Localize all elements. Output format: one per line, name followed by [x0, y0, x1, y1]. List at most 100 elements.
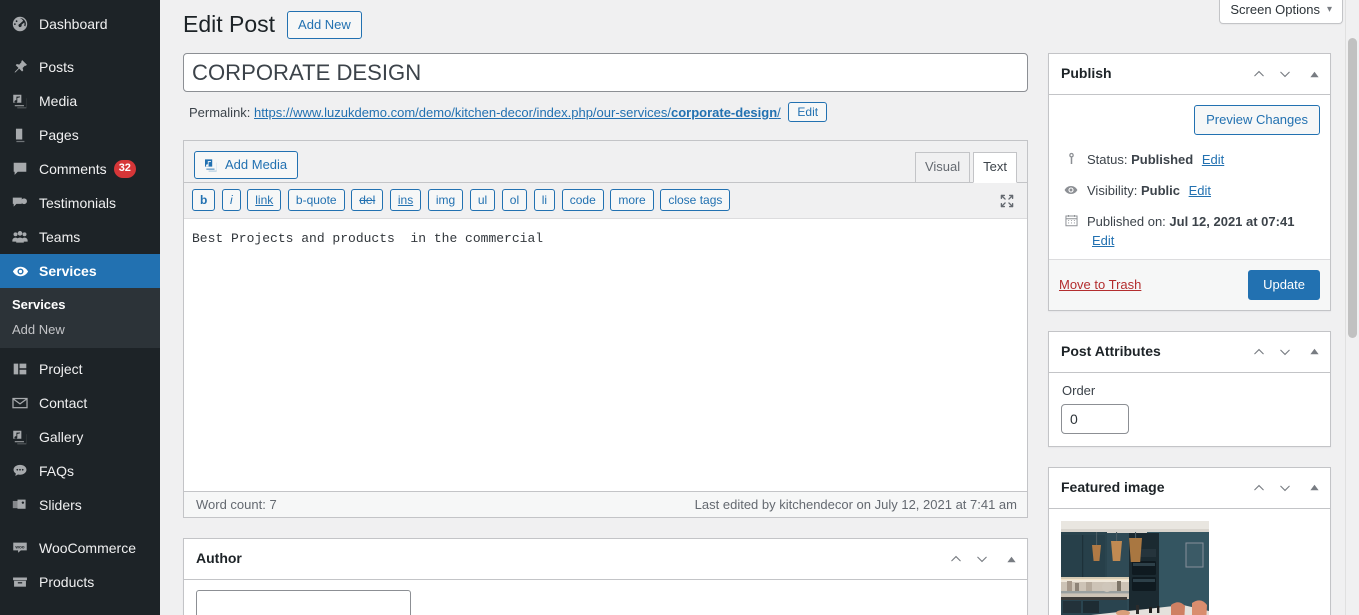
sidebar-item-label: Teams [39, 229, 81, 245]
sidebar-item-woocommerce[interactable]: woo WooCommerce [0, 531, 160, 565]
quicktag-b[interactable]: b [192, 189, 216, 211]
pages-icon [10, 125, 30, 145]
sidebar-item-pages[interactable]: Pages [0, 118, 160, 152]
submenu-item-services[interactable]: Services [0, 292, 160, 317]
quicktag-img[interactable]: img [427, 189, 464, 211]
move-down-icon[interactable] [1272, 55, 1298, 93]
edit-permalink-button[interactable]: Edit [788, 102, 828, 122]
add-media-button[interactable]: Add Media [194, 151, 299, 179]
move-down-icon[interactable] [969, 540, 995, 578]
content-textarea[interactable] [184, 219, 1027, 491]
sidebar-item-label: FAQs [39, 463, 75, 479]
add-new-button[interactable]: Add New [287, 10, 362, 39]
quicktag-close-tags[interactable]: close tags [660, 189, 731, 211]
sidebar-item-services[interactable]: Services [0, 254, 160, 288]
tab-text[interactable]: Text [973, 151, 1017, 183]
permalink-link[interactable]: https://www.luzukdemo.com/demo/kitchen-d… [254, 105, 781, 120]
screen-options-label: Screen Options [1230, 2, 1320, 17]
tab-visual[interactable]: Visual [914, 151, 971, 183]
toggle-panel-icon[interactable] [1298, 469, 1330, 507]
author-select[interactable] [196, 590, 411, 615]
toggle-panel-icon[interactable] [995, 540, 1027, 578]
scrollbar-thumb[interactable] [1348, 38, 1357, 338]
permalink-row: Permalink: https://www.luzukdemo.com/dem… [183, 100, 1028, 125]
preview-changes-button[interactable]: Preview Changes [1194, 105, 1320, 135]
services-icon [10, 261, 30, 281]
move-to-trash-link[interactable]: Move to Trash [1059, 277, 1141, 292]
move-up-icon[interactable] [1246, 55, 1272, 93]
menu-order-input[interactable] [1061, 403, 1129, 434]
panel-controls [943, 540, 1027, 578]
sidebar-item-project[interactable]: Project [0, 352, 160, 386]
quicktag-more[interactable]: more [610, 189, 654, 211]
sidebar-item-label: Testimonials [39, 195, 117, 211]
eye-icon [1061, 182, 1081, 198]
sidebar-item-contact[interactable]: Contact [0, 386, 160, 420]
move-down-icon[interactable] [1272, 469, 1298, 507]
quicktag-li[interactable]: li [533, 189, 556, 211]
featured-image-header: Featured image [1049, 468, 1330, 509]
screen-options-button[interactable]: Screen Options ▾ [1219, 0, 1343, 24]
quicktag-ol[interactable]: ol [501, 189, 528, 211]
order-label: Order [1062, 382, 1096, 398]
post-status-text: Status: Published Edit [1087, 151, 1224, 169]
sidebar-item-testimonials[interactable]: Testimonials [0, 186, 160, 220]
svg-text:woo: woo [14, 545, 24, 550]
quicktag-b-quote[interactable]: b-quote [287, 189, 345, 211]
quicktag-del[interactable]: del [351, 189, 384, 211]
quicktag-code[interactable]: code [561, 189, 604, 211]
fullscreen-icon[interactable] [999, 193, 1015, 212]
wp-admin-screen: Dashboard Posts Media Pages Comments 32 … [0, 0, 1359, 615]
move-up-icon[interactable] [943, 540, 969, 578]
update-button[interactable]: Update [1248, 269, 1320, 300]
permalink-prefix: https://www.luzukdemo.com/demo/kitchen-d… [254, 105, 671, 120]
quicktag-link[interactable]: link [247, 189, 282, 211]
quicktag-ul[interactable]: ul [469, 189, 496, 211]
featured-image-thumbnail[interactable] [1061, 520, 1209, 615]
author-panel-body [184, 580, 1027, 615]
sidebar-item-faqs[interactable]: FAQs [0, 454, 160, 488]
sidebar-item-gallery[interactable]: Gallery [0, 420, 160, 454]
edit-published-link[interactable]: Edit [1092, 233, 1114, 248]
move-up-icon[interactable] [1246, 469, 1272, 507]
toggle-panel-icon[interactable] [1298, 55, 1330, 93]
screen-meta-links: Screen Options ▾ [1219, 0, 1343, 24]
quicktag-ins[interactable]: ins [389, 189, 422, 211]
edit-status-link[interactable]: Edit [1202, 152, 1224, 167]
media-icon [10, 91, 30, 111]
sidebar-item-teams[interactable]: Teams [0, 220, 160, 254]
sidebar-item-posts[interactable]: Posts [0, 50, 160, 84]
sidebar-item-sliders[interactable]: Sliders [0, 488, 160, 522]
status-prefix: Status: [1087, 151, 1128, 167]
minor-publishing: Preview Changes Status: Published Edit V… [1049, 95, 1330, 260]
post-editor: Add Media Visual Text b i link b-quote d… [183, 140, 1028, 518]
sidebar-separator [0, 522, 160, 531]
post-attributes-panel: Post Attributes Order [1048, 330, 1331, 447]
sidebar-item-media[interactable]: Media [0, 84, 160, 118]
pin-icon [10, 57, 30, 77]
sidebar-item-products[interactable]: Products [0, 565, 160, 599]
move-down-icon[interactable] [1272, 333, 1298, 371]
wp-body: Screen Options ▾ Edit Post Add New Perma… [160, 0, 1359, 615]
calendar-icon [1061, 213, 1081, 228]
faqs-icon [10, 461, 30, 481]
visibility-prefix: Visibility: [1087, 183, 1138, 199]
post-attributes-body: Order [1049, 373, 1330, 446]
move-up-icon[interactable] [1246, 333, 1272, 371]
page-scrollbar[interactable] [1345, 0, 1359, 615]
sidebar-item-comments[interactable]: Comments 32 [0, 152, 160, 186]
teams-icon [10, 227, 30, 247]
toggle-panel-icon[interactable] [1298, 333, 1330, 371]
post-published-row: Published on: Jul 12, 2021 at 07:41 Edit [1059, 207, 1320, 256]
media-icon [203, 157, 219, 173]
post-title-input[interactable] [183, 53, 1028, 92]
permalink-slug: corporate-design [670, 105, 778, 120]
publish-panel-header: Publish [1049, 54, 1330, 95]
edit-visibility-link[interactable]: Edit [1189, 183, 1211, 198]
sidebar-item-label: Comments [39, 161, 107, 177]
submenu-item-add-new[interactable]: Add New [0, 317, 160, 342]
editor-mode-tabs: Visual Text [912, 151, 1017, 183]
quicktag-i[interactable]: i [221, 189, 241, 211]
sidebar-item-dashboard[interactable]: Dashboard [0, 7, 160, 41]
media-icon [10, 427, 30, 447]
